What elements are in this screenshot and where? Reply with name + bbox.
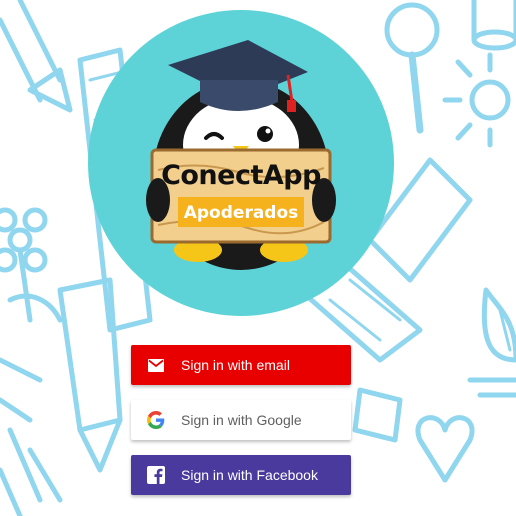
sign-in-facebook-button[interactable]: Sign in with Facebook xyxy=(131,455,351,495)
google-icon xyxy=(131,400,181,440)
email-icon xyxy=(131,345,181,385)
sign-in-email-button[interactable]: Sign in with email xyxy=(131,345,351,385)
logo-subtitle: Apoderados xyxy=(183,203,299,223)
sign-in-google-button[interactable]: Sign in with Google xyxy=(131,400,351,440)
sign-in-email-label: Sign in with email xyxy=(181,357,290,373)
facebook-icon xyxy=(131,455,181,495)
logo-title: ConectApp xyxy=(161,160,321,191)
sign-in-facebook-label: Sign in with Facebook xyxy=(181,467,318,483)
sign-in-google-label: Sign in with Google xyxy=(181,412,302,428)
